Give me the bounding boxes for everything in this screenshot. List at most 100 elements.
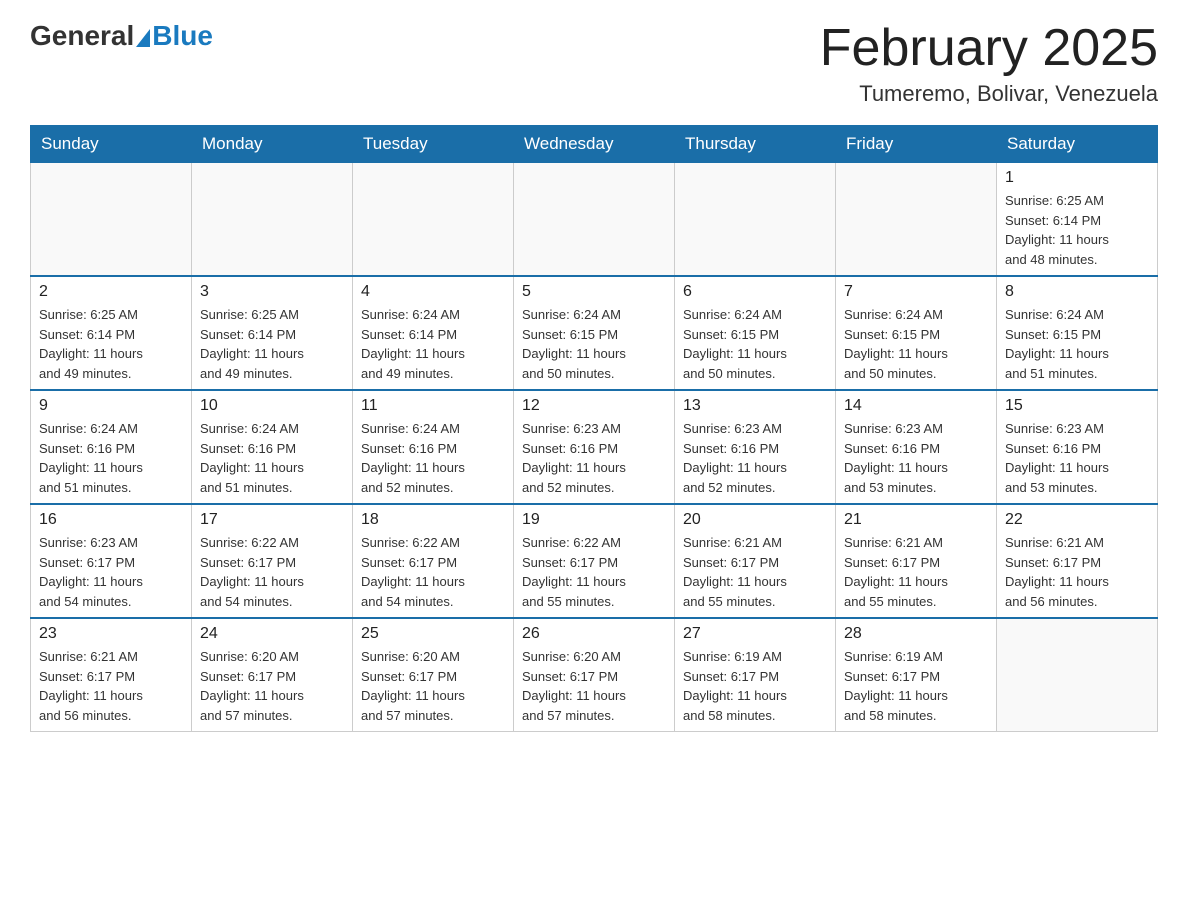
day-info: Sunrise: 6:24 AMSunset: 6:14 PMDaylight:… xyxy=(361,305,505,383)
day-info: Sunrise: 6:20 AMSunset: 6:17 PMDaylight:… xyxy=(361,647,505,725)
day-info: Sunrise: 6:24 AMSunset: 6:15 PMDaylight:… xyxy=(683,305,827,383)
day-number: 28 xyxy=(844,625,988,643)
calendar-day-cell xyxy=(353,163,514,277)
day-info: Sunrise: 6:23 AMSunset: 6:16 PMDaylight:… xyxy=(1005,419,1149,497)
day-number: 19 xyxy=(522,511,666,529)
calendar-day-cell: 16 Sunrise: 6:23 AMSunset: 6:17 PMDayligh… xyxy=(31,504,192,618)
calendar-body: 1 Sunrise: 6:25 AMSunset: 6:14 PMDaylight… xyxy=(31,163,1158,732)
calendar-day-cell: 1 Sunrise: 6:25 AMSunset: 6:14 PMDaylight… xyxy=(997,163,1158,277)
day-info: Sunrise: 6:24 AMSunset: 6:16 PMDaylight:… xyxy=(39,419,183,497)
day-number: 12 xyxy=(522,397,666,415)
day-info: Sunrise: 6:23 AMSunset: 6:17 PMDaylight:… xyxy=(39,533,183,611)
day-number: 9 xyxy=(39,397,183,415)
day-info: Sunrise: 6:20 AMSunset: 6:17 PMDaylight:… xyxy=(522,647,666,725)
day-info: Sunrise: 6:23 AMSunset: 6:16 PMDaylight:… xyxy=(683,419,827,497)
calendar-day-cell: 22Sunrise: 6:21 AMSunset: 6:17 PMDayligh… xyxy=(997,504,1158,618)
day-number: 8 xyxy=(1005,283,1149,301)
day-number: 21 xyxy=(844,511,988,529)
day-number: 6 xyxy=(683,283,827,301)
day-number: 25 xyxy=(361,625,505,643)
logo-blue-text: Blue xyxy=(152,20,213,52)
calendar-day-cell: 3 Sunrise: 6:25 AMSunset: 6:14 PMDaylight… xyxy=(192,276,353,390)
logo: General Blue xyxy=(30,20,213,52)
day-info: Sunrise: 6:21 AMSunset: 6:17 PMDaylight:… xyxy=(844,533,988,611)
calendar-table: Sunday Monday Tuesday Wednesday Thursday… xyxy=(30,125,1158,732)
day-number: 16 xyxy=(39,511,183,529)
calendar-header: Sunday Monday Tuesday Wednesday Thursday… xyxy=(31,126,1158,163)
day-info: Sunrise: 6:23 AMSunset: 6:16 PMDaylight:… xyxy=(522,419,666,497)
calendar-day-cell: 24Sunrise: 6:20 AMSunset: 6:17 PMDayligh… xyxy=(192,618,353,732)
day-info: Sunrise: 6:24 AMSunset: 6:15 PMDaylight:… xyxy=(844,305,988,383)
calendar-day-cell: 11 Sunrise: 6:24 AMSunset: 6:16 PMDayligh… xyxy=(353,390,514,504)
day-info: Sunrise: 6:25 AMSunset: 6:14 PMDaylight:… xyxy=(200,305,344,383)
day-info: Sunrise: 6:24 AMSunset: 6:16 PMDaylight:… xyxy=(200,419,344,497)
calendar-day-cell: 23 Sunrise: 6:21 AMSunset: 6:17 PMDayligh… xyxy=(31,618,192,732)
day-info: Sunrise: 6:21 AMSunset: 6:17 PMDaylight:… xyxy=(1005,533,1149,611)
header-tuesday: Tuesday xyxy=(353,126,514,163)
header-saturday: Saturday xyxy=(997,126,1158,163)
day-number: 13 xyxy=(683,397,827,415)
calendar-day-cell xyxy=(31,163,192,277)
calendar-week-row: 23 Sunrise: 6:21 AMSunset: 6:17 PMDayligh… xyxy=(31,618,1158,732)
day-info: Sunrise: 6:19 AMSunset: 6:17 PMDaylight:… xyxy=(844,647,988,725)
calendar-day-cell: 5Sunrise: 6:24 AMSunset: 6:15 PMDaylight… xyxy=(514,276,675,390)
calendar-week-row: 2 Sunrise: 6:25 AMSunset: 6:14 PMDaylight… xyxy=(31,276,1158,390)
title-area: February 2025 Tumeremo, Bolivar, Venezue… xyxy=(820,20,1158,107)
day-info: Sunrise: 6:19 AMSunset: 6:17 PMDaylight:… xyxy=(683,647,827,725)
calendar-day-cell xyxy=(514,163,675,277)
day-number: 18 xyxy=(361,511,505,529)
calendar-day-cell: 27 Sunrise: 6:19 AMSunset: 6:17 PMDayligh… xyxy=(675,618,836,732)
day-number: 15 xyxy=(1005,397,1149,415)
day-info: Sunrise: 6:22 AMSunset: 6:17 PMDaylight:… xyxy=(361,533,505,611)
header-thursday: Thursday xyxy=(675,126,836,163)
day-number: 5 xyxy=(522,283,666,301)
day-info: Sunrise: 6:25 AMSunset: 6:14 PMDaylight:… xyxy=(1005,191,1149,269)
day-info: Sunrise: 6:24 AMSunset: 6:15 PMDaylight:… xyxy=(1005,305,1149,383)
calendar-day-cell: 6 Sunrise: 6:24 AMSunset: 6:15 PMDaylight… xyxy=(675,276,836,390)
day-number: 26 xyxy=(522,625,666,643)
calendar-day-cell xyxy=(675,163,836,277)
day-number: 3 xyxy=(200,283,344,301)
calendar-day-cell: 26 Sunrise: 6:20 AMSunset: 6:17 PMDayligh… xyxy=(514,618,675,732)
calendar-week-row: 1 Sunrise: 6:25 AMSunset: 6:14 PMDaylight… xyxy=(31,163,1158,277)
day-number: 14 xyxy=(844,397,988,415)
calendar-day-cell: 20Sunrise: 6:21 AMSunset: 6:17 PMDayligh… xyxy=(675,504,836,618)
page-header: General Blue February 2025 Tumeremo, Bol… xyxy=(30,20,1158,107)
calendar-day-cell xyxy=(997,618,1158,732)
header-friday: Friday xyxy=(836,126,997,163)
day-info: Sunrise: 6:21 AMSunset: 6:17 PMDaylight:… xyxy=(39,647,183,725)
calendar-day-cell: 18 Sunrise: 6:22 AMSunset: 6:17 PMDayligh… xyxy=(353,504,514,618)
logo-general-text: General xyxy=(30,20,134,52)
header-monday: Monday xyxy=(192,126,353,163)
day-number: 17 xyxy=(200,511,344,529)
calendar-day-cell: 14 Sunrise: 6:23 AMSunset: 6:16 PMDayligh… xyxy=(836,390,997,504)
calendar-week-row: 9 Sunrise: 6:24 AMSunset: 6:16 PMDaylight… xyxy=(31,390,1158,504)
day-info: Sunrise: 6:25 AMSunset: 6:14 PMDaylight:… xyxy=(39,305,183,383)
day-number: 23 xyxy=(39,625,183,643)
calendar-day-cell: 19 Sunrise: 6:22 AMSunset: 6:17 PMDayligh… xyxy=(514,504,675,618)
calendar-day-cell: 21 Sunrise: 6:21 AMSunset: 6:17 PMDayligh… xyxy=(836,504,997,618)
day-number: 2 xyxy=(39,283,183,301)
day-number: 11 xyxy=(361,397,505,415)
day-info: Sunrise: 6:20 AMSunset: 6:17 PMDaylight:… xyxy=(200,647,344,725)
calendar-day-cell: 17Sunrise: 6:22 AMSunset: 6:17 PMDayligh… xyxy=(192,504,353,618)
calendar-day-cell: 15 Sunrise: 6:23 AMSunset: 6:16 PMDayligh… xyxy=(997,390,1158,504)
calendar-day-cell: 4 Sunrise: 6:24 AMSunset: 6:14 PMDaylight… xyxy=(353,276,514,390)
calendar-day-cell xyxy=(836,163,997,277)
day-number: 7 xyxy=(844,283,988,301)
calendar-day-cell: 8 Sunrise: 6:24 AMSunset: 6:15 PMDaylight… xyxy=(997,276,1158,390)
day-info: Sunrise: 6:23 AMSunset: 6:16 PMDaylight:… xyxy=(844,419,988,497)
day-info: Sunrise: 6:24 AMSunset: 6:16 PMDaylight:… xyxy=(361,419,505,497)
calendar-day-cell: 7 Sunrise: 6:24 AMSunset: 6:15 PMDaylight… xyxy=(836,276,997,390)
day-number: 27 xyxy=(683,625,827,643)
calendar-day-cell: 2 Sunrise: 6:25 AMSunset: 6:14 PMDaylight… xyxy=(31,276,192,390)
day-number: 4 xyxy=(361,283,505,301)
day-number: 20 xyxy=(683,511,827,529)
day-number: 1 xyxy=(1005,169,1149,187)
calendar-day-cell: 10 Sunrise: 6:24 AMSunset: 6:16 PMDayligh… xyxy=(192,390,353,504)
day-number: 10 xyxy=(200,397,344,415)
calendar-day-cell: 25 Sunrise: 6:20 AMSunset: 6:17 PMDayligh… xyxy=(353,618,514,732)
day-info: Sunrise: 6:22 AMSunset: 6:17 PMDaylight:… xyxy=(522,533,666,611)
header-row: Sunday Monday Tuesday Wednesday Thursday… xyxy=(31,126,1158,163)
month-title: February 2025 xyxy=(820,20,1158,77)
